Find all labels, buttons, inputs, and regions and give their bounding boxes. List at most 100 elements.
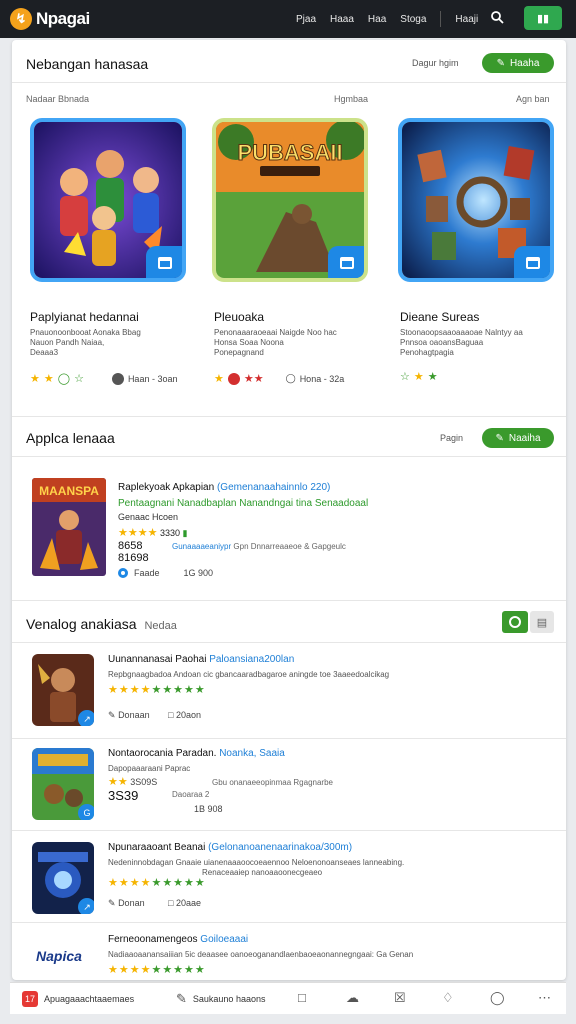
list-item-title-text: Npunaraaoant Beanai: [108, 842, 206, 853]
card-desc-1: Pnauonoonbooat Aonaka Bbag Nauon Pandh N…: [30, 328, 141, 358]
list-item-tag: Noanka, Saaia: [219, 748, 285, 759]
star-icon: ★: [43, 373, 54, 385]
pencil-icon: ✎: [496, 57, 505, 69]
game-card-1[interactable]: [30, 118, 186, 282]
list-item[interactable]: Napica Ferneoonamengeos Goiloeaaai Nadia…: [12, 924, 566, 980]
game-card-2[interactable]: PUBASAII: [212, 118, 368, 282]
list-item-meta-left-text: Donan: [118, 898, 145, 908]
card-desc-line: Deaaa3: [30, 348, 59, 357]
search-icon[interactable]: [490, 10, 504, 27]
list-item-meta-right-text: 20aae: [175, 898, 201, 908]
card-desc-line: Honsa Soaa Noona: [214, 338, 284, 347]
list-item[interactable]: ↗ Npunaraaoant Beanai (Gelonanoanenaarin…: [12, 832, 566, 924]
list-thumb: ↗: [32, 654, 94, 726]
top-bar: ↯ Npagai Pjaa Haaa Haa Stoga Haaji ▮▮: [0, 0, 576, 38]
featured-title-text: Raplekyoak Apkapian: [118, 482, 215, 493]
nav-item-4[interactable]: Stoga: [400, 14, 426, 25]
star-icon: ★: [413, 371, 424, 383]
featured-action-button[interactable]: ✎ Haaha: [482, 53, 554, 73]
featured-title[interactable]: Raplekyoak Apkapian (Gemenanaahainnlo 22…: [118, 482, 330, 493]
more-icon[interactable]: ⋯: [538, 990, 551, 1006]
divider: [12, 830, 566, 831]
divider: [12, 922, 566, 923]
divider: [12, 600, 566, 601]
card-badge-1[interactable]: [146, 246, 182, 278]
window-icon: [340, 257, 354, 269]
list-thumb: ↗: [32, 842, 94, 914]
list-item-desc: Dapopaaaraani Paprac: [108, 764, 191, 773]
bottom-item-edit-label: Saukauno haaons: [192, 994, 266, 1004]
list-item-title-text: Nontaorocania Paradan.: [108, 748, 217, 759]
box-icon[interactable]: □: [298, 990, 306, 1005]
list-item-meta-right: 1B 908: [194, 804, 223, 814]
card-desc-line: Penonaaaraoeaai Naigde Noo hac: [214, 328, 337, 337]
card-title-1[interactable]: Paplyianat hedannai: [30, 310, 139, 324]
card-title-2[interactable]: Pleuoaka: [214, 310, 264, 324]
star-icon: ☆: [74, 373, 84, 385]
apps-action-label: Naaiha: [508, 432, 541, 444]
star-icon: ★★: [108, 776, 128, 788]
list-item-title: Nontaorocania Paradan. Noanka, Saaia: [108, 748, 285, 759]
list-item[interactable]: ↗ Uunannanasai Paohai Paloansiana200lan …: [12, 644, 566, 736]
nav-divider: [440, 11, 442, 27]
star-icon: ★: [427, 371, 438, 383]
list-item-title: Npunaraaoant Beanai (Gelonanoanenaarinak…: [108, 842, 352, 853]
badge-icon: ↗: [78, 898, 94, 914]
featured-app-image[interactable]: MAANSPA: [32, 478, 106, 576]
list-item[interactable]: G Nontaorocania Paradan. Noanka, Saaia D…: [12, 738, 566, 830]
featured-footer: Faade 1G 900: [118, 568, 213, 578]
pencil-icon: ✎: [108, 898, 116, 908]
nav-item-3[interactable]: Haa: [368, 14, 386, 25]
circle-icon: ◯: [57, 373, 71, 385]
section-link-apps[interactable]: Pagin: [440, 433, 463, 443]
bottom-item-apps[interactable]: 17 Apuagaaachtaaemaes: [22, 991, 134, 1007]
list-add-button[interactable]: [502, 611, 528, 633]
badge-icon: [227, 372, 240, 385]
card-badge-3[interactable]: [514, 246, 550, 278]
star-icon: ★★★★: [118, 527, 158, 539]
list-item-stars: ★★★★★★★★★: [108, 964, 206, 976]
nav-item-1[interactable]: Pjaa: [296, 14, 316, 25]
list-item-desc: Nedeninnobdagan Gnaaie uianenaaaoocoeaen…: [108, 858, 405, 867]
featured-rating-value: 3330: [159, 528, 180, 538]
apps-action-button[interactable]: ✎ Naaiha: [482, 428, 554, 448]
divider: [12, 416, 566, 417]
logo[interactable]: ↯ Npagai: [10, 8, 90, 30]
cloud-icon[interactable]: ☁: [346, 990, 359, 1006]
user-icon: [111, 372, 124, 385]
list-item-sub: Daoaraa 2: [172, 790, 210, 799]
list-item-stars: ★★★★★★★★★: [108, 877, 206, 889]
folder-button[interactable]: ▤: [530, 611, 554, 633]
bottom-item-edit[interactable]: ✎ Saukauno haaons: [176, 991, 265, 1007]
nav-item-5[interactable]: Haaji: [455, 14, 478, 25]
pencil-icon: ✎: [108, 710, 116, 720]
list-thumb: G: [32, 748, 94, 820]
card-desc-line: Pnnsoa oaoansBaguaa: [400, 338, 484, 347]
card-art-title: PUBASAII: [237, 140, 342, 165]
game-card-3[interactable]: [398, 118, 554, 282]
section-title-list-text: Venalog anakiasa: [26, 616, 137, 632]
star-icon: ★: [214, 373, 224, 385]
featured-footer-left: Faade: [134, 568, 160, 578]
nav-item-2[interactable]: Haaa: [330, 14, 354, 25]
list-item-desc: Nadiaaoaanansaiiian 5ic deaasee oanoeoga…: [108, 950, 414, 959]
pin-icon[interactable]: ♢: [442, 990, 454, 1006]
status-icon: [118, 568, 128, 578]
card-desc-3: Stoonaoopsaaoaaaoae Nalntyy aa Pnnsoa oa…: [400, 328, 523, 358]
gauge-icon[interactable]: ◯: [490, 990, 505, 1006]
card-desc-line: Pnauonoonbooat Aonaka Bbag: [30, 328, 141, 337]
refresh-icon: [509, 616, 521, 628]
card-meta-1: Haan - 3oan: [127, 373, 178, 384]
card-badge-2[interactable]: [328, 246, 364, 278]
section-link-featured[interactable]: Dagur hgim: [412, 58, 459, 68]
account-button[interactable]: ▮▮: [524, 6, 562, 30]
card-desc-line: Stoonaoopsaaoaaaoae Nalntyy aa: [400, 328, 523, 337]
divider: [12, 82, 566, 83]
tag-icon[interactable]: ☒: [394, 990, 406, 1006]
list-item-meta-left-text: Donaan: [118, 710, 150, 720]
card-title-3[interactable]: Dieane Sureas: [400, 310, 479, 324]
tag-icon: ▮: [182, 528, 188, 538]
main-panel: Nebangan hanasaa Dagur hgim ✎ Haaha Nada…: [12, 40, 566, 980]
list-item-meta-right: □ 20aae: [168, 898, 201, 908]
list-item-title: Uunannanasai Paohai Paloansiana200lan: [108, 654, 294, 665]
